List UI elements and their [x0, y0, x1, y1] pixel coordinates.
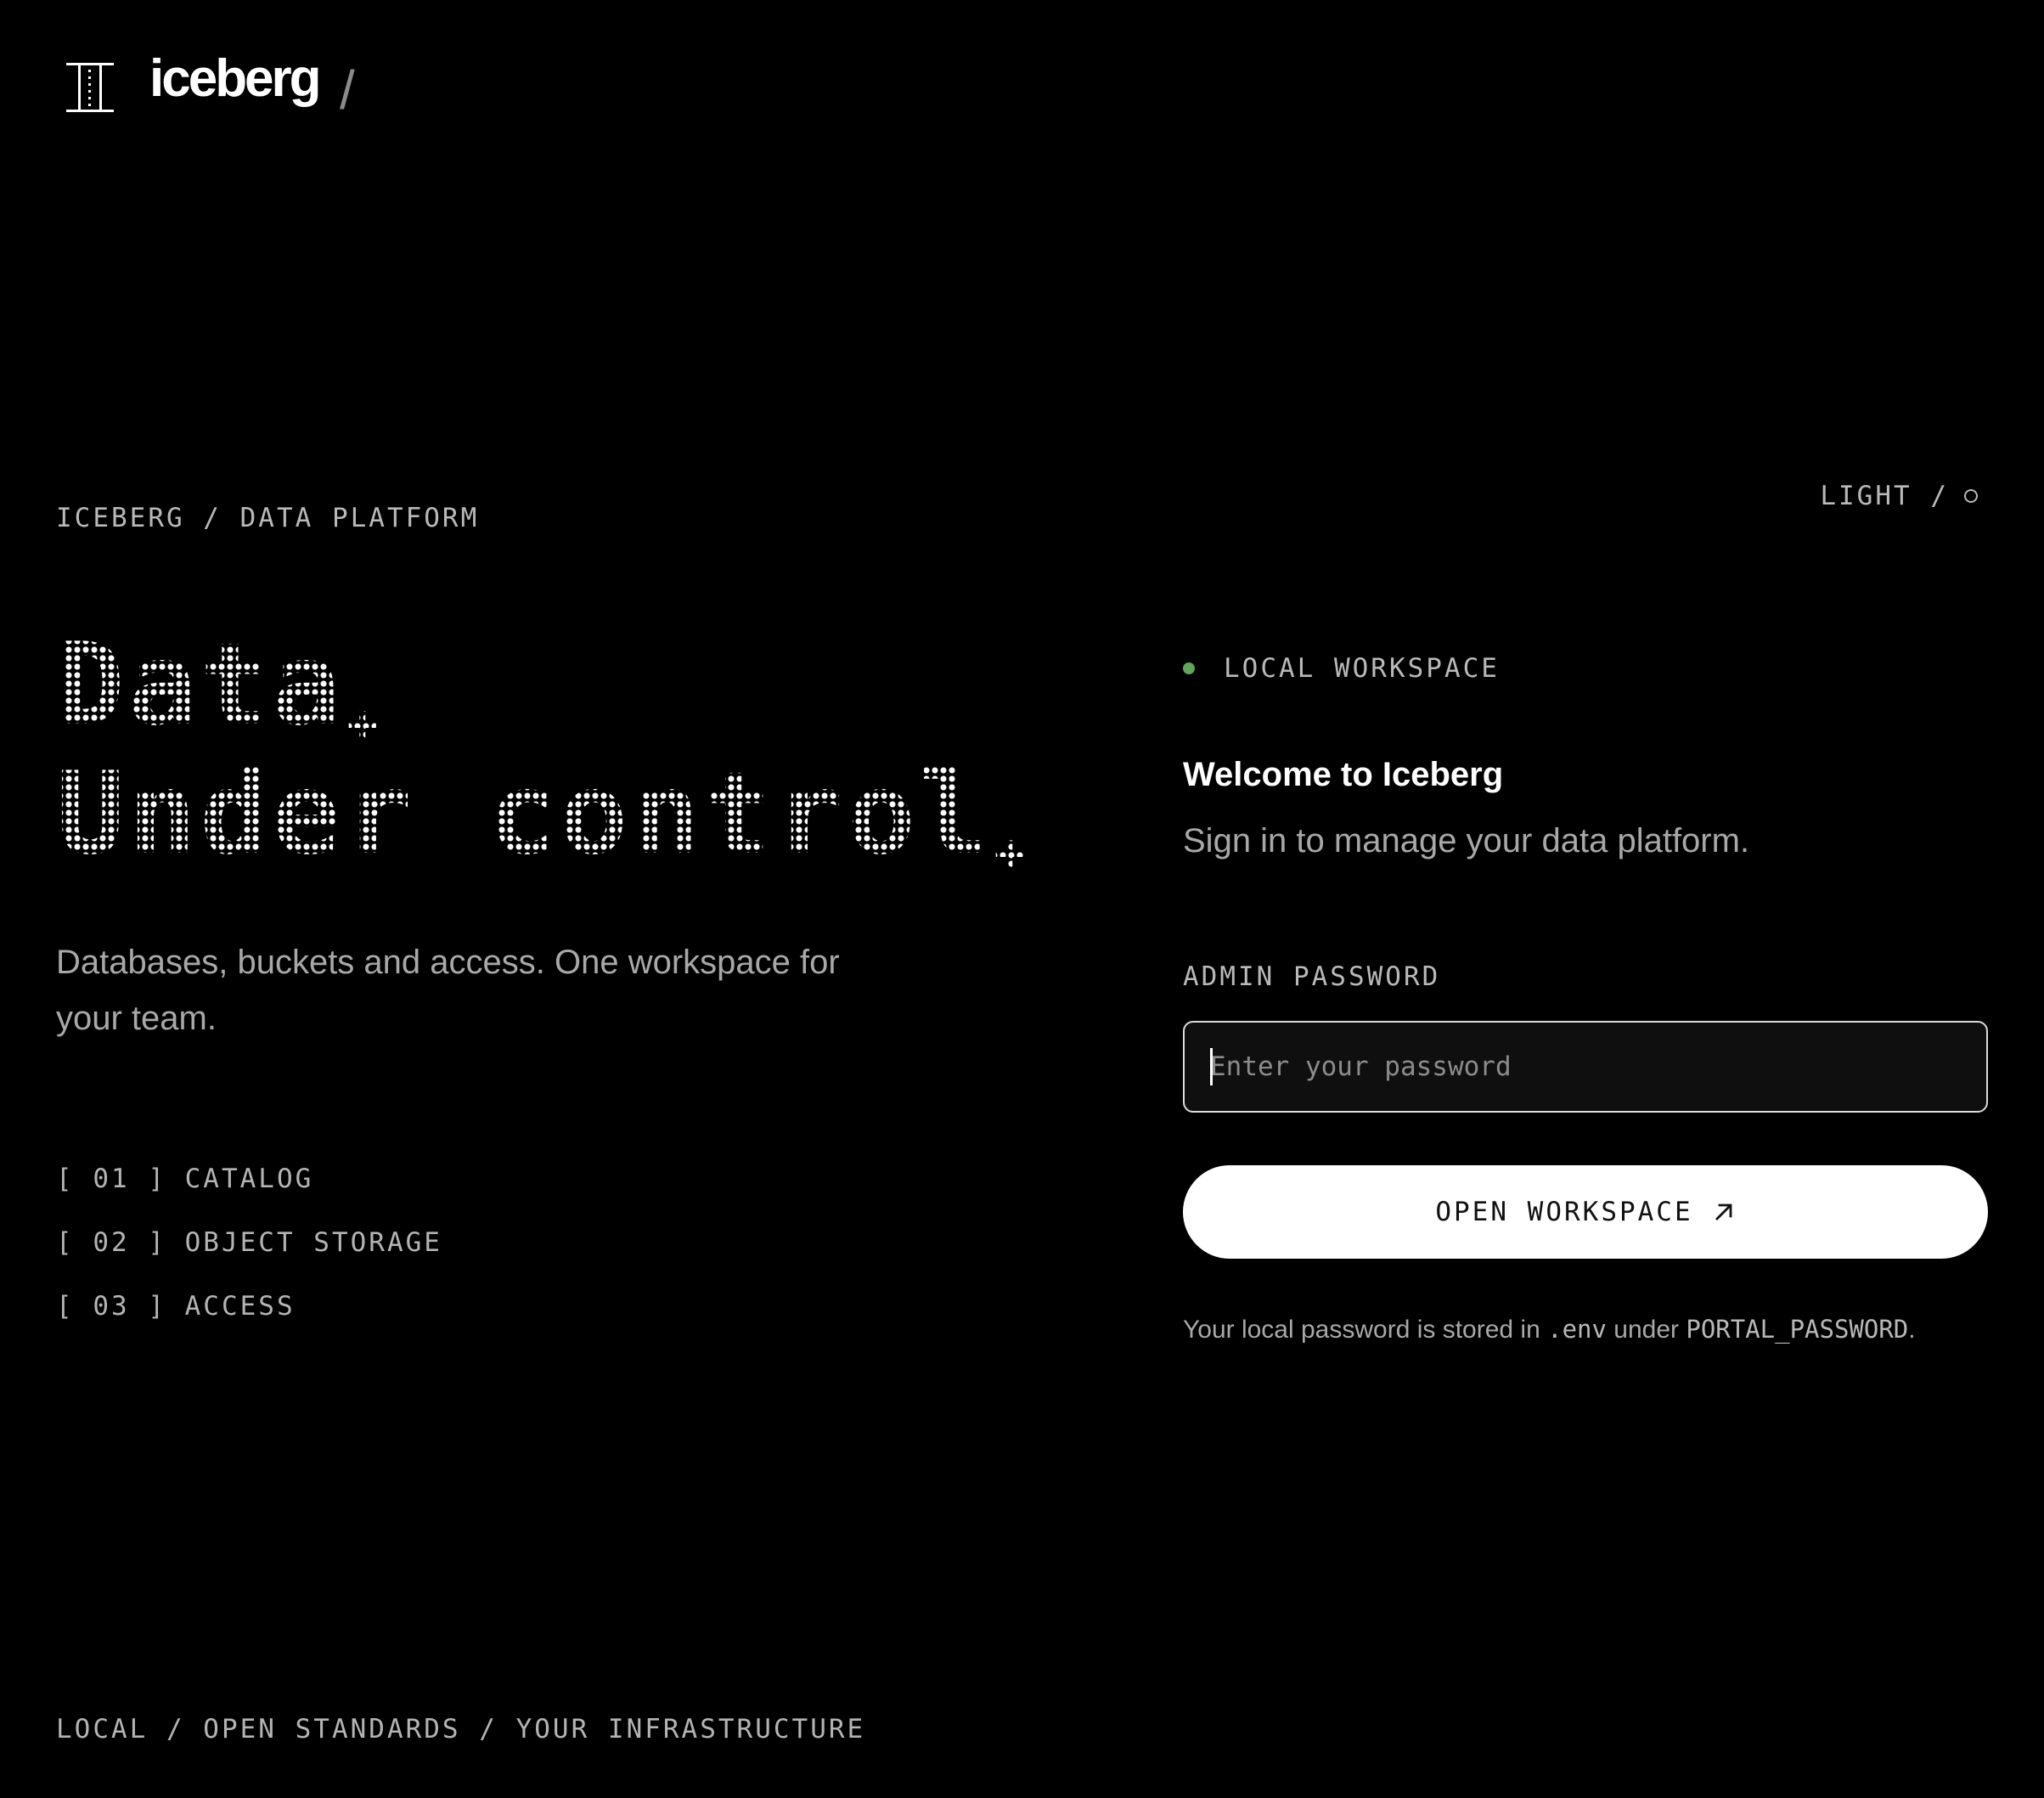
- feature-item-access[interactable]: [ 03 ] ACCESS: [56, 1286, 442, 1350]
- brand-separator: /: [340, 59, 355, 121]
- feature-item-catalog[interactable]: [ 01 ] CATALOG: [56, 1158, 442, 1222]
- hero-line-1-text: Data: [56, 618, 344, 751]
- footer-tagline: LOCAL / OPEN STANDARDS / YOUR INFRASTRUC…: [56, 1714, 866, 1744]
- hero-line-2-text: Under control: [56, 747, 991, 880]
- hint-middle: under: [1606, 1316, 1686, 1344]
- text-caret: [1210, 1048, 1213, 1085]
- iceberg-logo-icon[interactable]: [66, 63, 114, 112]
- password-input[interactable]: [1183, 1021, 1988, 1113]
- theme-toggle[interactable]: LIGHT /: [1820, 481, 1978, 511]
- eyebrow-label: ICEBERG / DATA PLATFORM: [56, 503, 480, 533]
- hint-suffix: .: [1908, 1316, 1916, 1344]
- plus-icon: +: [346, 694, 381, 753]
- workspace-status: LOCAL WORKSPACE: [1183, 653, 1500, 684]
- open-workspace-button[interactable]: OPEN WORKSPACE: [1183, 1165, 1988, 1259]
- hero-heading: Data+ Under control+: [56, 620, 1075, 878]
- feature-item-object-storage[interactable]: [ 02 ] OBJECT STORAGE: [56, 1222, 442, 1286]
- circle-icon: [1964, 489, 1978, 503]
- feature-list: [ 01 ] CATALOG [ 02 ] OBJECT STORAGE [ 0…: [56, 1158, 442, 1350]
- hint-env-file: .env: [1547, 1315, 1607, 1344]
- welcome-title: Welcome to Iceberg: [1183, 756, 1504, 793]
- plus-icon: +: [994, 823, 1028, 882]
- hint-prefix: Your local password is stored in: [1183, 1316, 1548, 1344]
- open-workspace-label: OPEN WORKSPACE: [1435, 1197, 1693, 1227]
- welcome-subtitle: Sign in to manage your data platform.: [1183, 822, 1750, 860]
- hero-line-2: Under control+: [56, 749, 1075, 878]
- theme-toggle-label: LIGHT /: [1820, 481, 1949, 511]
- password-label: ADMIN PASSWORD: [1183, 961, 1441, 992]
- brand-name[interactable]: iceberg: [149, 53, 322, 105]
- hero-description: Databases, buckets and access. One works…: [56, 944, 840, 1037]
- workspace-status-label: LOCAL WORKSPACE: [1224, 653, 1500, 684]
- hero-line-1: Data+: [56, 620, 1075, 749]
- hint-env-var: PORTAL_PASSWORD: [1686, 1315, 1909, 1344]
- password-hint: Your local password is stored in .env un…: [1183, 1315, 1916, 1344]
- status-dot-icon: [1183, 662, 1195, 674]
- arrow-up-right-icon: [1715, 1203, 1732, 1220]
